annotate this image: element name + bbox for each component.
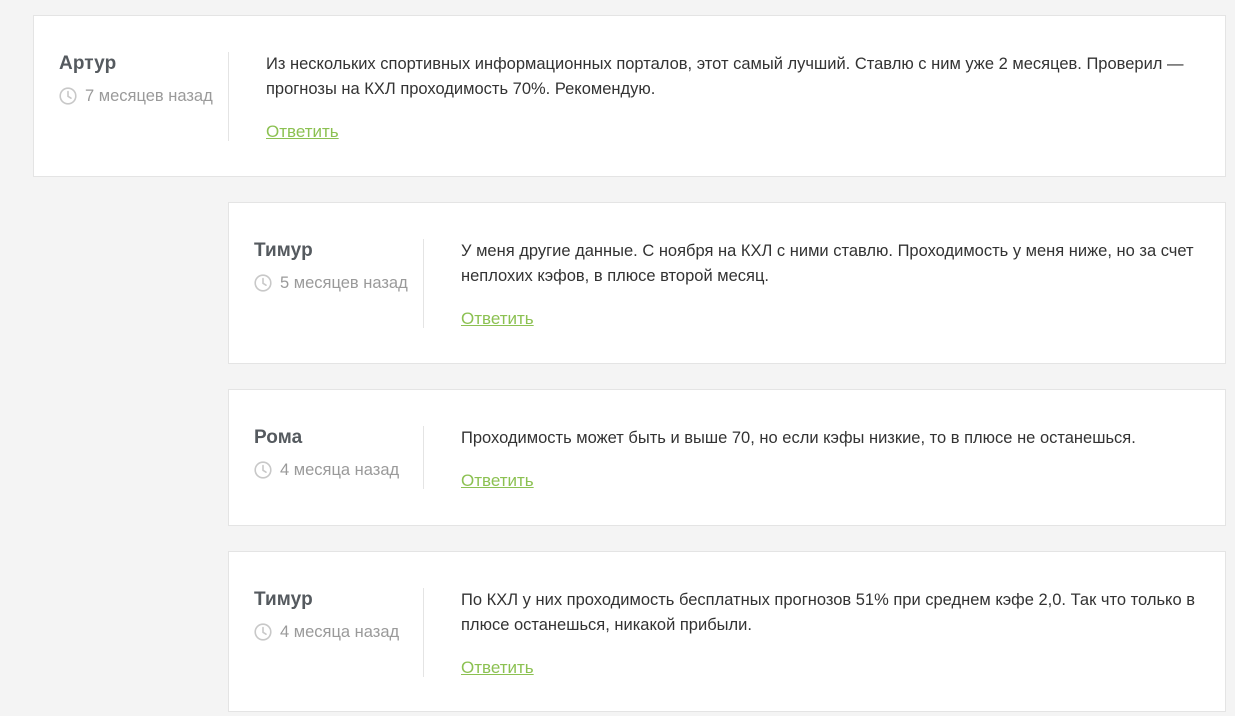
reply-link[interactable]: Ответить xyxy=(461,470,534,492)
comment-divider xyxy=(228,52,229,141)
comment-body: У меня другие данные. С ноября на КХЛ с … xyxy=(461,239,1195,330)
comment-date-row: 4 месяца назад xyxy=(254,458,414,483)
comment-body: По КХЛ у них проходимость бесплатных про… xyxy=(461,588,1195,679)
comment-meta: Тимур 5 месяцев назад xyxy=(254,239,414,296)
comment-date-row: 4 месяца назад xyxy=(254,620,414,645)
comment-card: Тимур 5 месяцев назад У меня другие данн… xyxy=(228,202,1226,364)
clock-icon xyxy=(59,87,77,105)
comment-text: Из нескольких спортивных информационных … xyxy=(266,55,1184,98)
comment-date: 4 месяца назад xyxy=(280,623,400,641)
reply-link[interactable]: Ответить xyxy=(266,121,339,143)
comment-card: Тимур 4 месяца назад По КХЛ у них проход… xyxy=(228,551,1226,712)
comment-body: Проходимость может быть и выше 70, но ес… xyxy=(461,426,1195,492)
comment-text: У меня другие данные. С ноября на КХЛ с … xyxy=(461,242,1194,285)
comment-meta: Рома 4 месяца назад xyxy=(254,426,414,483)
reply-link[interactable]: Ответить xyxy=(461,308,534,330)
comment-text: Проходимость может быть и выше 70, но ес… xyxy=(461,429,1136,447)
comment-meta: Тимур 4 месяца назад xyxy=(254,588,414,645)
comment-author: Артур xyxy=(59,53,117,74)
comment-text: По КХЛ у них проходимость бесплатных про… xyxy=(461,591,1195,634)
comment-divider xyxy=(423,588,424,677)
clock-icon xyxy=(254,274,272,292)
clock-icon xyxy=(254,623,272,641)
comment-author: Тимур xyxy=(254,240,313,261)
comment-date: 7 месяцев назад xyxy=(85,87,213,105)
comments-list: Артур 7 месяцев назад Из нескольких спор… xyxy=(0,0,1235,716)
comment-author: Рома xyxy=(254,427,303,448)
comment-card: Артур 7 месяцев назад Из нескольких спор… xyxy=(33,15,1226,177)
comment-divider xyxy=(423,239,424,328)
comment-body: Из нескольких спортивных информационных … xyxy=(266,52,1195,143)
comment-divider xyxy=(423,426,424,489)
comment-date: 5 месяцев назад xyxy=(280,274,408,292)
comment-date-row: 5 месяцев назад xyxy=(254,271,414,296)
clock-icon xyxy=(254,461,272,479)
comment-meta: Артур 7 месяцев назад xyxy=(59,52,219,109)
comment-author: Тимур xyxy=(254,589,313,610)
comment-date-row: 7 месяцев назад xyxy=(59,84,219,109)
comment-date: 4 месяца назад xyxy=(280,461,400,479)
comment-card: Рома 4 месяца назад Проходимость может б… xyxy=(228,389,1226,526)
reply-link[interactable]: Ответить xyxy=(461,657,534,679)
